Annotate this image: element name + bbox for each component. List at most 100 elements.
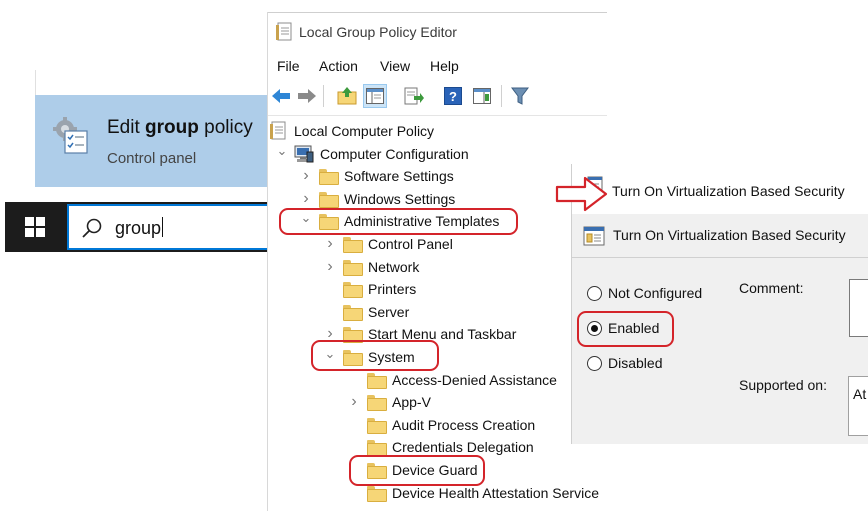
radio-enabled[interactable]: Enabled [587, 320, 659, 336]
tree-item-label: Credentials Delegation [392, 439, 534, 456]
tree-item-label: Access-Denied Assistance [392, 371, 557, 388]
chevron-right-icon[interactable]: › [348, 391, 360, 413]
tree-item[interactable]: Credentials Delegation [348, 436, 534, 458]
radio-button[interactable] [587, 355, 602, 371]
computer-icon [294, 145, 314, 163]
tree-item-label: App-V [392, 394, 431, 411]
toolbar: ? [268, 82, 607, 110]
tree-item[interactable]: Printers [324, 278, 416, 300]
tree-item[interactable]: Access-Denied Assistance [348, 369, 557, 391]
tree-item[interactable]: Server [324, 301, 409, 323]
up-folder-icon [337, 87, 357, 105]
windows-logo-icon [25, 217, 45, 237]
show-hide-tree-icon [366, 88, 384, 104]
tree-item[interactable]: › Control Panel [324, 233, 453, 255]
folder-icon [342, 348, 363, 366]
chevron-right-icon[interactable]: › [324, 233, 336, 255]
chevron-down-icon[interactable]: ⌄ [300, 207, 312, 229]
search-query-text: group [115, 217, 164, 238]
tree-item[interactable]: ⌄ Administrative Templates [300, 210, 499, 232]
result-subtitle: Control panel [107, 150, 197, 167]
menu-bar: File Action View Help [268, 56, 607, 78]
tree-item-label: Audit Process Creation [392, 416, 536, 433]
policy-setting-icon [583, 226, 605, 246]
folder-icon [342, 280, 363, 299]
radio-not-configured[interactable]: Not Configured [587, 285, 702, 301]
export-list-button[interactable] [402, 84, 426, 108]
radio-disabled[interactable]: Disabled [587, 355, 662, 371]
supported-on-field: At [848, 376, 868, 436]
tree-item-label: Software Settings [344, 168, 454, 185]
group-policy-editor-window: Local Group Policy Editor File Action Vi… [267, 12, 607, 511]
extended-view-icon [473, 88, 491, 104]
chevron-down-icon[interactable]: ⌄ [276, 140, 288, 162]
start-button[interactable] [5, 202, 65, 252]
chevron-right-icon[interactable]: › [300, 165, 312, 187]
toolbar-separator [323, 85, 324, 107]
result-title: Edit group policy [107, 117, 253, 138]
tree-item-label: Server [368, 303, 410, 320]
forward-arrow-icon [298, 89, 316, 103]
tree-item-label: Computer Configuration [320, 145, 469, 162]
tree-item[interactable]: › Software Settings [300, 165, 454, 187]
up-one-level-button[interactable] [335, 84, 359, 108]
menu-file[interactable]: File [277, 58, 300, 74]
forward-button[interactable] [295, 84, 319, 108]
folder-icon [318, 190, 339, 208]
tree-item[interactable]: Device Health Attestation Service [348, 482, 599, 504]
comment-label: Comment: [739, 280, 804, 296]
help-button[interactable]: ? [441, 84, 465, 108]
tree-item[interactable]: › Start Menu and Taskbar [324, 323, 516, 345]
text-caret [162, 217, 164, 237]
menu-view[interactable]: View [380, 58, 410, 74]
radio-button[interactable] [587, 285, 602, 301]
window-title: Local Group Policy Editor [299, 24, 457, 40]
group-policy-app-icon [53, 117, 88, 154]
radio-label: Disabled [608, 355, 663, 371]
filter-icon [511, 87, 529, 105]
tree-item-label: Administrative Templates [344, 213, 500, 230]
dialog-title-bar: Turn On Virtualization Based Security [572, 164, 868, 214]
tree-item-label: Device Guard [392, 462, 478, 478]
show-hide-tree-button[interactable] [363, 84, 387, 108]
best-match-result[interactable]: Edit group policy Control panel [35, 95, 267, 187]
tree-item-label: Printers [368, 281, 417, 298]
window-border [268, 12, 607, 13]
back-button[interactable] [269, 84, 293, 108]
extended-view-button[interactable] [470, 84, 494, 108]
tree-item[interactable]: › App-V [348, 391, 431, 413]
taskbar-search-box[interactable]: group [67, 204, 267, 250]
tree-item[interactable]: Local Computer Policy [268, 120, 434, 142]
chevron-down-icon[interactable]: ⌄ [324, 343, 336, 365]
filter-button[interactable] [508, 84, 532, 108]
policy-document-icon [268, 121, 288, 140]
search-icon [82, 218, 102, 238]
tree-item[interactable]: › Windows Settings [300, 188, 455, 210]
radio-button[interactable] [587, 320, 602, 336]
folder-icon [342, 235, 363, 253]
tree-item[interactable]: › Network [324, 256, 419, 278]
menu-help[interactable]: Help [430, 58, 459, 74]
tree-item[interactable]: ⌄ Computer Configuration [276, 143, 469, 165]
menu-action[interactable]: Action [319, 58, 358, 74]
chevron-right-icon[interactable]: › [324, 256, 336, 278]
tree-item[interactable]: Device Guard [348, 459, 478, 481]
tree-item-label: System [368, 349, 415, 365]
folder-icon [366, 371, 387, 389]
red-arrow-annotation [555, 176, 608, 212]
toolbar-separator [501, 85, 502, 107]
tree-item-label: Windows Settings [344, 190, 456, 207]
tree-item-label: Control Panel [368, 236, 453, 252]
folder-icon [366, 484, 387, 502]
taskbar: group [5, 202, 267, 252]
tree-item[interactable]: ⌄ System [324, 346, 415, 368]
tree-item[interactable]: Audit Process Creation [348, 414, 535, 436]
help-icon: ? [444, 87, 462, 105]
comment-field[interactable] [849, 279, 868, 337]
radio-label: Enabled [608, 320, 660, 336]
